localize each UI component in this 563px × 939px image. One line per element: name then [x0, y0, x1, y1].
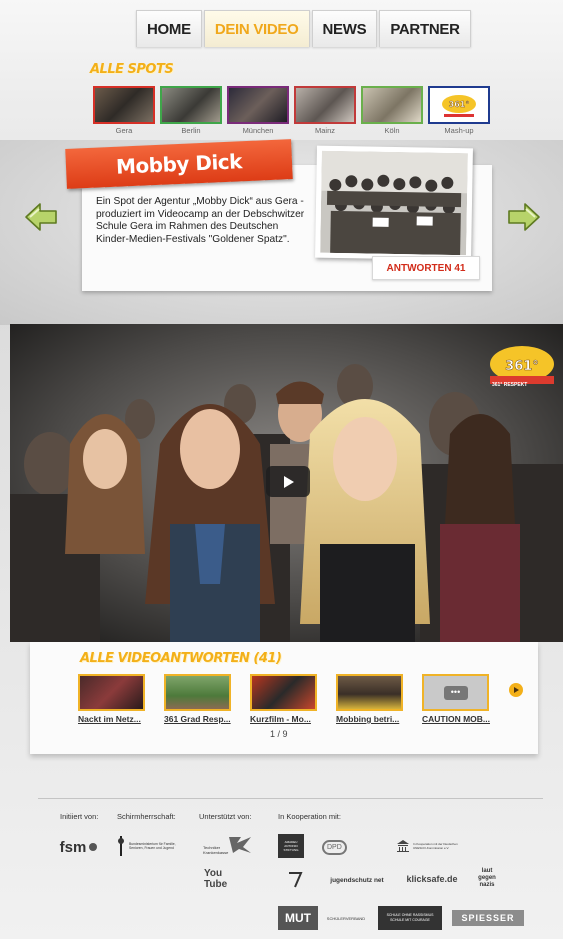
schuelerverband-logo[interactable]: SCHÜLERVERBAND [325, 906, 367, 930]
answer-item[interactable]: Nackt im Netz... [78, 674, 145, 724]
spiesser-logo[interactable]: SPIESSER [452, 910, 524, 926]
group-photo-image [320, 150, 468, 256]
spot-thumbnail[interactable] [361, 86, 423, 124]
unesco-logo[interactable]: In Kooperation mit der Deutschen UNESCO-… [396, 833, 464, 859]
spot-mash-up[interactable]: 361° Mash-up [428, 86, 490, 135]
spot-thumbnail[interactable] [160, 86, 222, 124]
spot-label: Mainz [314, 126, 335, 135]
nav-tab-news[interactable]: NEWS [311, 10, 378, 47]
jugendpresse-icon [289, 872, 303, 888]
next-page-button[interactable] [509, 683, 523, 697]
spots-strip: Gera Berlin München Mainz Köln 361° Mash… [93, 86, 490, 135]
svg-text:361°: 361° [505, 359, 539, 374]
chevron-right-icon [514, 687, 519, 693]
answers-thumbnails: Nackt im Netz... 361 Grad Resp... Kurzfi… [78, 674, 490, 724]
main-nav: HOME DEIN VIDEO NEWS PARTNER [136, 10, 471, 47]
answer-thumbnail[interactable] [78, 674, 145, 711]
answers-count-button[interactable]: ANTWORTEN 41 [372, 256, 480, 280]
nav-tab-home[interactable]: HOME [136, 10, 202, 47]
respekt-logo-icon: 361° [442, 95, 476, 117]
footer-divider [38, 798, 543, 799]
klicksafe-logo[interactable]: klicksafe.de [404, 869, 460, 889]
spot-muenchen[interactable]: München [227, 86, 289, 135]
spot-thumbnail[interactable] [294, 86, 356, 124]
spot-thumbnail[interactable] [227, 86, 289, 124]
spot-koeln[interactable]: Köln [361, 86, 423, 135]
nav-tab-dein-video[interactable]: DEIN VIDEO [203, 10, 310, 47]
next-arrow-icon[interactable] [507, 202, 541, 232]
play-button[interactable] [266, 466, 310, 497]
eagle-icon [118, 836, 124, 856]
dpd-logo[interactable]: DPD [322, 836, 378, 858]
spot-label: Köln [384, 126, 400, 135]
answers-title: ALLE VIDEOANTWORTEN (41) [80, 651, 282, 666]
youtube-logo[interactable]: You Tube [204, 868, 246, 890]
jugendpresse-logo[interactable] [284, 870, 308, 890]
unesco-temple-icon [397, 840, 409, 852]
schule-ohne-rassismus-logo[interactable]: SCHULE OHNE RASSISMUS SCHULE MIT COURAGE [378, 906, 442, 930]
answer-item[interactable]: ••• CAUTION MOB... [422, 674, 490, 724]
bmfsfj-logo[interactable]: Bundesministerium für Familie, Senioren,… [116, 833, 186, 859]
fsm-logo-mark-icon [89, 843, 98, 851]
fsm-logo[interactable]: fsm [58, 836, 100, 858]
play-icon [284, 475, 294, 488]
spots-title: ALLE SPOTS [90, 62, 174, 77]
answer-thumbnail[interactable] [336, 674, 403, 711]
spot-label: Gera [115, 126, 133, 135]
feature-title: Mobby Dick [115, 149, 243, 179]
svg-text:361°: 361° [449, 100, 470, 109]
spot-thumbnail[interactable]: 361° [428, 86, 490, 124]
tk-logo[interactable]: Techniker Krankenkasse [203, 834, 253, 856]
feature-description: Ein Spot der Agentur „Mobby Dick“ aus Ge… [96, 196, 305, 245]
answer-title-link[interactable]: Nackt im Netz... [78, 714, 145, 724]
spot-label: Mash-up [444, 126, 474, 135]
tk-logo-mark-icon [229, 837, 251, 853]
answer-thumbnail[interactable] [250, 674, 317, 711]
spot-gera[interactable]: Gera [93, 86, 155, 135]
footer-heading-schirmherrschaft: Schirmherrschaft: [117, 812, 176, 821]
answer-title-link[interactable]: CAUTION MOB... [422, 714, 490, 724]
nav-tab-partner[interactable]: PARTNER [379, 10, 471, 47]
spot-label: Berlin [181, 126, 201, 135]
footer-heading-unterstuetzt: Unterstützt von: [199, 812, 252, 821]
laut-gegen-nazis-logo[interactable]: laut gegen nazis [474, 864, 500, 892]
more-icon: ••• [443, 685, 468, 700]
previous-arrow-icon[interactable] [24, 202, 58, 232]
feature-photo[interactable] [315, 145, 473, 261]
spot-berlin[interactable]: Berlin [160, 86, 222, 135]
answer-item[interactable]: 361 Grad Resp... [164, 674, 231, 724]
answer-title-link[interactable]: Kurzfilm - Mo... [250, 714, 317, 724]
answer-thumbnail[interactable] [164, 674, 231, 711]
spot-mainz[interactable]: Mainz [294, 86, 356, 135]
pagination-indicator: 1 / 9 [270, 729, 288, 739]
amadeu-antonio-logo[interactable]: AMADEU ANTONIO STIFTUNG [278, 834, 304, 858]
footer-heading-initiiert: Initiiert von: [60, 812, 99, 821]
video-badge: 361° RESPEKT [492, 382, 528, 388]
spot-thumbnail[interactable] [93, 86, 155, 124]
footer-heading-kooperation: In Kooperation mit: [278, 812, 341, 821]
jugendschutz-net-logo[interactable]: jugendschutz net [326, 872, 388, 888]
mut-logo[interactable]: MUT [278, 906, 318, 930]
answer-title-link[interactable]: 361 Grad Resp... [164, 714, 231, 724]
answer-item[interactable]: Mobbing betri... [336, 674, 403, 724]
answer-thumbnail[interactable]: ••• [422, 674, 489, 711]
answer-title-link[interactable]: Mobbing betri... [336, 714, 403, 724]
answer-item[interactable]: Kurzfilm - Mo... [250, 674, 317, 724]
spot-label: München [242, 126, 274, 135]
